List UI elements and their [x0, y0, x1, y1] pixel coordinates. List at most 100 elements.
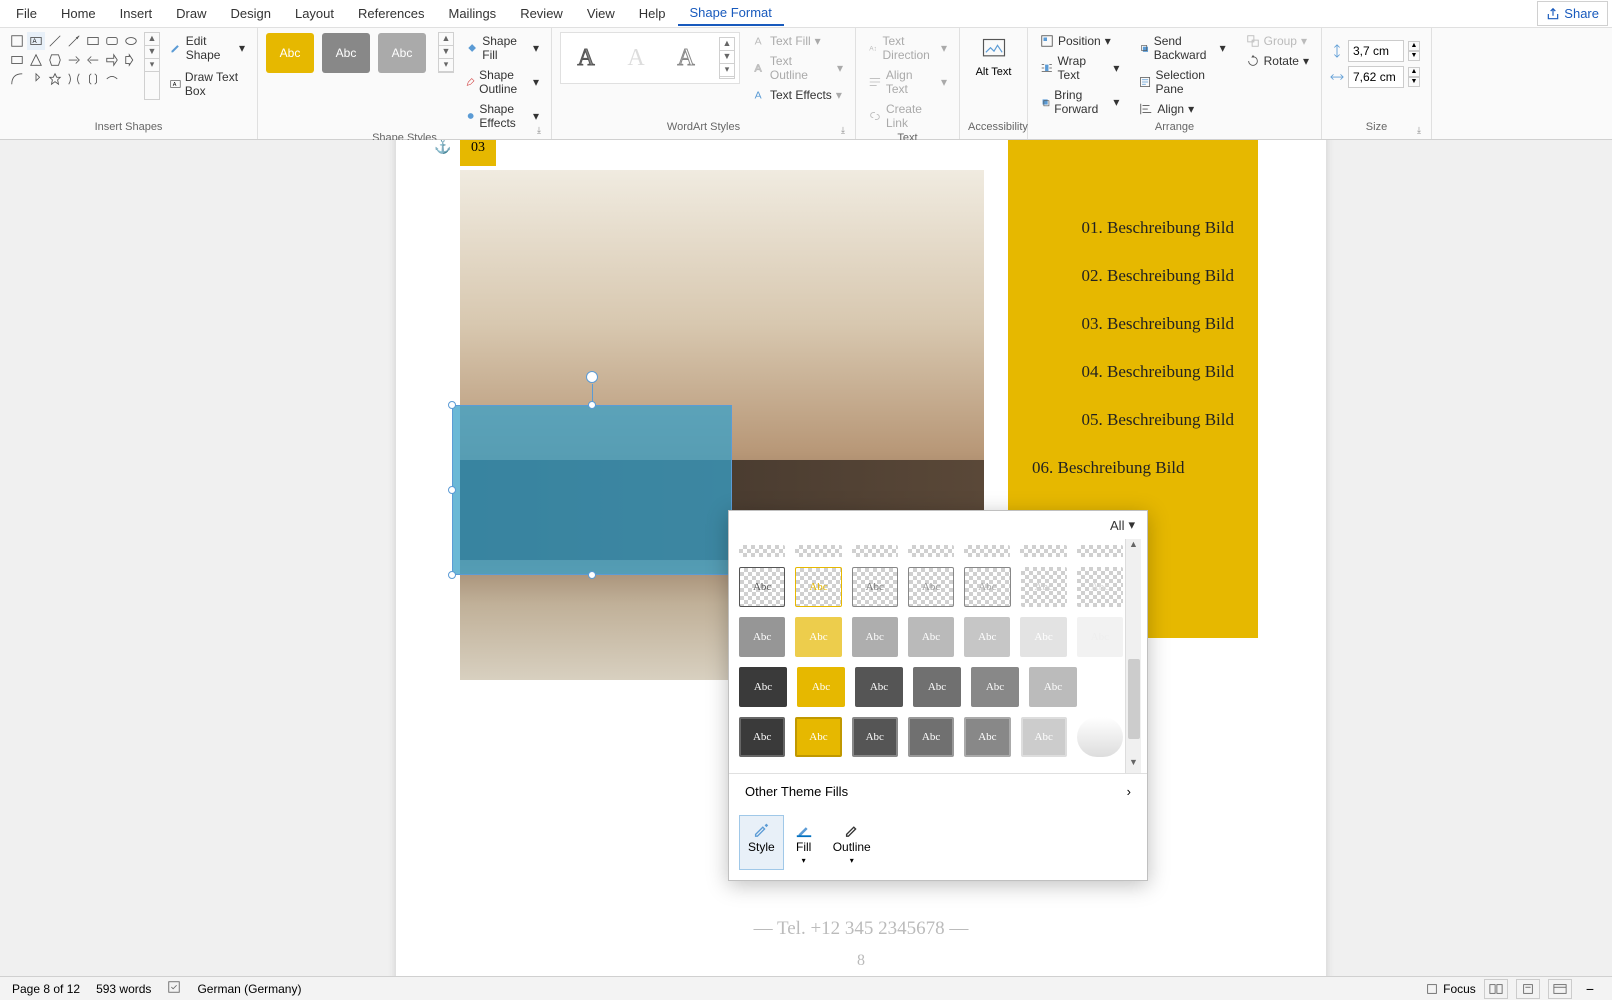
style-option[interactable]: Abc — [739, 567, 785, 607]
style-option[interactable]: Abc — [908, 617, 954, 657]
style-option[interactable]: Abc — [1021, 717, 1067, 757]
align-button[interactable]: Align▾ — [1135, 100, 1229, 118]
other-theme-fills[interactable]: Other Theme Fills › — [729, 773, 1147, 809]
style-option[interactable]: Abc — [1029, 667, 1077, 707]
shape-gallery[interactable]: A — [8, 32, 140, 88]
tab-review[interactable]: Review — [508, 2, 575, 25]
style-option[interactable] — [908, 545, 954, 557]
style-option[interactable]: Abc — [908, 717, 954, 757]
style-option[interactable]: Abc — [964, 567, 1010, 607]
height-input[interactable] — [1348, 40, 1404, 62]
resize-handle[interactable] — [448, 571, 456, 579]
wrap-text-button[interactable]: Wrap Text▾ — [1036, 52, 1123, 84]
style-option[interactable]: Abc — [1077, 617, 1123, 657]
position-button[interactable]: Position▾ — [1036, 32, 1123, 50]
style-option[interactable]: Abc — [739, 717, 785, 757]
shape-outline-button[interactable]: Shape Outline▾ — [462, 66, 543, 98]
tab-references[interactable]: References — [346, 2, 436, 25]
alt-text-button[interactable]: Alt Text — [968, 32, 1019, 79]
popup-style-tab[interactable]: Style — [739, 815, 784, 870]
popup-scrollbar[interactable]: ▲ ▼ — [1125, 539, 1141, 773]
zoom-out[interactable]: − — [1580, 981, 1600, 997]
tab-layout[interactable]: Layout — [283, 2, 346, 25]
size-launcher[interactable]: ⤓ — [1417, 125, 1429, 137]
rotate-button[interactable]: Rotate▾ — [1242, 52, 1313, 70]
bring-forward-button[interactable]: Bring Forward▾ — [1036, 86, 1123, 118]
tab-file[interactable]: File — [4, 2, 49, 25]
style-option[interactable]: Abc — [855, 667, 903, 707]
resize-handle[interactable] — [448, 401, 456, 409]
style-option[interactable]: Abc — [795, 717, 841, 757]
style-option[interactable]: Abc — [971, 667, 1019, 707]
style-option[interactable] — [964, 545, 1010, 557]
send-backward-button[interactable]: Send Backward▾ — [1135, 32, 1229, 64]
shape-fill-button[interactable]: Shape Fill▾ — [462, 32, 543, 64]
rotate-handle[interactable] — [586, 371, 598, 383]
tab-home[interactable]: Home — [49, 2, 108, 25]
tab-shape-format[interactable]: Shape Format — [678, 1, 784, 26]
focus-mode[interactable]: Focus — [1425, 982, 1476, 996]
edit-shape-button[interactable]: Edit Shape▾ — [166, 32, 249, 64]
scroll-thumb[interactable] — [1128, 659, 1140, 739]
print-layout-button[interactable] — [1516, 979, 1540, 999]
style-option[interactable] — [1077, 717, 1123, 757]
tab-insert[interactable]: Insert — [108, 2, 165, 25]
tab-design[interactable]: Design — [219, 2, 283, 25]
style-option[interactable]: Abc — [1077, 567, 1123, 607]
style-option[interactable]: Abc — [795, 567, 841, 607]
text-effects-button[interactable]: A Text Effects▾ — [748, 86, 847, 104]
tab-help[interactable]: Help — [627, 2, 678, 25]
share-button[interactable]: Share — [1537, 1, 1608, 26]
tab-mailings[interactable]: Mailings — [437, 2, 509, 25]
style-option[interactable]: Abc — [908, 567, 954, 607]
wordart-scroll[interactable]: ▲▼▾ — [719, 37, 735, 79]
style-option[interactable]: Abc — [797, 667, 845, 707]
style-option[interactable]: Abc — [964, 717, 1010, 757]
style-option[interactable]: Abc — [795, 617, 841, 657]
popup-fill-tab[interactable]: Fill ▾ — [786, 815, 822, 870]
style-option[interactable] — [1020, 545, 1066, 557]
height-spinner[interactable]: ▲▼ — [1408, 41, 1420, 61]
tab-draw[interactable]: Draw — [164, 2, 218, 25]
selected-shape[interactable] — [452, 405, 732, 575]
style-gallery-scroll[interactable]: ▲▼▾ — [438, 32, 454, 73]
shape-style-gallery[interactable]: Abc Abc Abc ▲▼▾ — [266, 32, 454, 73]
style-option[interactable]: Abc — [964, 617, 1010, 657]
style-option[interactable]: Abc — [852, 717, 898, 757]
wordart-gallery[interactable]: A A A ▲▼▾ — [560, 32, 740, 84]
style-option[interactable]: Abc — [739, 667, 787, 707]
resize-handle[interactable] — [588, 401, 596, 409]
style-option[interactable]: Abc — [852, 617, 898, 657]
style-option[interactable] — [1077, 545, 1123, 557]
tab-view[interactable]: View — [575, 2, 627, 25]
word-count[interactable]: 593 words — [96, 982, 151, 996]
web-layout-button[interactable] — [1548, 979, 1572, 999]
number-badge-03[interactable]: 03 — [460, 140, 496, 166]
wordart-launcher[interactable]: ⤓ — [841, 125, 853, 137]
style-option[interactable]: Abc — [1021, 567, 1067, 607]
style-option[interactable]: Abc — [739, 617, 785, 657]
read-mode-button[interactable] — [1484, 979, 1508, 999]
document-area[interactable]: ⚓ 03 01. Beschreibung Bild02. Beschreibu… — [0, 140, 1612, 982]
shape-styles-launcher[interactable]: ⤓ — [537, 125, 549, 137]
width-spinner[interactable]: ▲▼ — [1408, 67, 1420, 87]
style-option[interactable]: Abc — [1020, 617, 1066, 657]
scroll-up[interactable]: ▲ — [1126, 539, 1141, 555]
shape-gallery-scroll[interactable]: ▲▼▾ — [144, 32, 160, 100]
page-info[interactable]: Page 8 of 12 — [12, 982, 80, 996]
proofing-icon[interactable] — [167, 980, 181, 997]
popup-outline-tab[interactable]: Outline ▾ — [824, 815, 880, 870]
style-option[interactable]: Abc — [913, 667, 961, 707]
selection-pane-button[interactable]: Selection Pane — [1135, 66, 1229, 98]
style-option[interactable]: Abc — [852, 567, 898, 607]
language-status[interactable]: German (Germany) — [197, 982, 301, 996]
style-filter-dropdown[interactable]: All▾ — [1110, 517, 1135, 533]
style-option[interactable] — [795, 545, 841, 557]
scroll-down[interactable]: ▼ — [1126, 757, 1141, 773]
draw-text-box-button[interactable]: A Draw Text Box — [166, 68, 249, 100]
resize-handle[interactable] — [448, 486, 456, 494]
width-input[interactable] — [1348, 66, 1404, 88]
style-option[interactable] — [852, 545, 898, 557]
resize-handle[interactable] — [588, 571, 596, 579]
style-option[interactable] — [739, 545, 785, 557]
